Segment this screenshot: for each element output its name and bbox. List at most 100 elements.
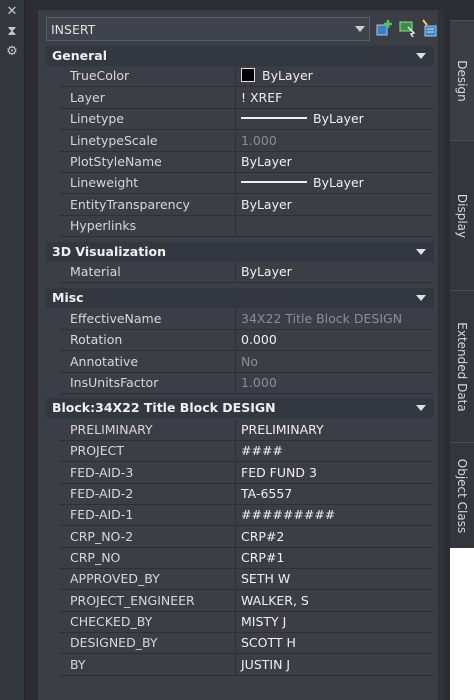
attribute-value[interactable]: TA-6557 (237, 484, 434, 504)
attribute-tag: PRELIMINARY (60, 420, 236, 440)
property-name: Layer (60, 88, 236, 108)
property-row-entitytransparency[interactable]: EntityTransparency ByLayer (60, 195, 434, 216)
property-value[interactable]: ! XREF (237, 88, 434, 108)
attribute-row[interactable]: PRELIMINARY PRELIMINARY (60, 420, 434, 441)
chevron-down-icon (416, 405, 426, 411)
properties-palette: ✕ ⧗ ⚙ INSERT General TrueColor ByLayer L… (0, 0, 474, 700)
property-name: Lineweight (60, 173, 236, 193)
section-3d-visualization-title: 3D Visualization (52, 244, 166, 259)
tab-extended-data-label: Extended Data (455, 321, 469, 412)
property-value[interactable]: ByLayer (237, 195, 434, 215)
chevron-down-icon (416, 53, 426, 59)
attribute-row[interactable]: APPROVED_BY SETH W (60, 569, 434, 590)
attribute-value[interactable]: ######### (237, 505, 434, 525)
attribute-row[interactable]: PROJECT_ENGINEER WALKER, S (60, 591, 434, 612)
attribute-tag: FED-AID-3 (60, 463, 236, 483)
attribute-row[interactable]: CRP_NO CRP#1 (60, 548, 434, 569)
tab-display[interactable]: Display (450, 140, 474, 290)
property-row-insunitsfactor[interactable]: InsUnitsFactor 1.000 (60, 373, 434, 394)
chevron-down-icon (355, 26, 365, 32)
property-value[interactable]: 0.000 (237, 330, 434, 350)
property-row-material[interactable]: Material ByLayer (60, 262, 434, 283)
settings-icon[interactable]: ⚙ (4, 44, 20, 60)
attribute-row[interactable]: PROJECT #### (60, 441, 434, 462)
tab-object-class[interactable]: Object Class (450, 442, 474, 548)
section-misc[interactable]: Misc (46, 288, 434, 308)
attribute-value[interactable]: FED FUND 3 (237, 463, 434, 483)
attribute-row[interactable]: CRP_NO-2 CRP#2 (60, 527, 434, 548)
attribute-row[interactable]: FED-AID-1 ######### (60, 505, 434, 526)
property-name: Rotation (60, 330, 236, 350)
palette-title-bar: ✕ ⧗ ⚙ (0, 0, 25, 700)
tab-display-label: Display (455, 193, 469, 238)
property-row-layer[interactable]: Layer ! XREF (60, 88, 434, 109)
drawing-area-edge (450, 548, 474, 700)
attribute-value[interactable]: JUSTIN J (237, 655, 434, 675)
attribute-row[interactable]: FED-AID-2 TA-6557 (60, 484, 434, 505)
auto-hide-icon[interactable]: ⧗ (4, 24, 20, 40)
property-name: Linetype (60, 109, 236, 129)
section-block-attributes[interactable]: Block:34X22 Title Block DESIGN (46, 398, 434, 418)
attribute-value[interactable]: CRP#1 (237, 548, 434, 568)
attribute-tag: PROJECT_ENGINEER (60, 591, 236, 611)
attribute-value[interactable]: MISTY J (237, 612, 434, 632)
property-value[interactable]: ByLayer (237, 262, 434, 282)
gutter (46, 309, 60, 394)
attribute-row[interactable]: CHECKED_BY MISTY J (60, 612, 434, 633)
section-general[interactable]: General (46, 46, 434, 66)
attribute-value[interactable]: CRP#2 (237, 527, 434, 547)
property-row-rotation[interactable]: Rotation 0.000 (60, 330, 434, 351)
attribute-row[interactable]: BY JUSTIN J (60, 655, 434, 676)
property-value[interactable]: ByLayer (237, 173, 434, 193)
attribute-value[interactable]: SETH W (237, 569, 434, 589)
attribute-row[interactable]: FED-AID-3 FED FUND 3 (60, 463, 434, 484)
tab-design-label: Design (455, 59, 469, 102)
property-row-lineweight[interactable]: Lineweight ByLayer (60, 173, 434, 194)
attribute-value[interactable]: #### (237, 441, 434, 461)
tab-object-class-label: Object Class (455, 458, 469, 533)
attribute-tag: CRP_NO-2 (60, 527, 236, 547)
lineweight-preview (241, 181, 307, 183)
linetype-preview (241, 117, 307, 119)
tab-design[interactable]: Design (450, 20, 474, 140)
section-block-title: Block:34X22 Title Block DESIGN (52, 400, 276, 415)
attribute-value[interactable]: WALKER, S (237, 591, 434, 611)
property-value[interactable]: 34X22 Title Block DESIGN (237, 309, 434, 329)
property-row-linetype[interactable]: Linetype ByLayer (60, 109, 434, 130)
attribute-row[interactable]: DESIGNED_BY SCOTT H (60, 633, 434, 654)
close-icon[interactable]: ✕ (4, 4, 20, 20)
property-name: EntityTransparency (60, 195, 236, 215)
object-type-value: INSERT (51, 22, 96, 37)
quick-select-icon[interactable] (419, 17, 439, 39)
tab-extended-data[interactable]: Extended Data (450, 290, 474, 442)
property-value[interactable]: No (237, 352, 434, 372)
property-value[interactable]: 1.000 (237, 373, 434, 393)
property-name: LinetypeScale (60, 131, 236, 151)
property-value[interactable] (237, 216, 434, 236)
attribute-tag: BY (60, 655, 236, 675)
property-row-truecolor[interactable]: TrueColor ByLayer (60, 66, 434, 87)
gutter (46, 262, 60, 283)
panel-scroll-track[interactable] (438, 10, 444, 700)
property-row-linetypescale[interactable]: LinetypeScale 1.000 (60, 131, 434, 152)
gutter (46, 66, 60, 236)
property-row-hyperlinks[interactable]: Hyperlinks (60, 216, 434, 237)
property-row-plotstylename[interactable]: PlotStyleName ByLayer (60, 152, 434, 173)
property-name: Annotative (60, 352, 236, 372)
property-row-annotative[interactable]: Annotative No (60, 352, 434, 373)
select-objects-icon[interactable] (397, 17, 417, 39)
property-value[interactable]: ByLayer (237, 109, 434, 129)
property-value[interactable]: 1.000 (237, 131, 434, 151)
property-name: InsUnitsFactor (60, 373, 236, 393)
object-type-dropdown[interactable]: INSERT (46, 17, 370, 41)
toggle-pickadd-icon[interactable] (375, 17, 395, 39)
section-3d-visualization[interactable]: 3D Visualization (46, 242, 434, 262)
attribute-tag: FED-AID-1 (60, 505, 236, 525)
attribute-tag: CRP_NO (60, 548, 236, 568)
property-value[interactable]: ByLayer (237, 152, 434, 172)
property-name: Material (60, 262, 236, 282)
property-row-effectivename[interactable]: EffectiveName 34X22 Title Block DESIGN (60, 309, 434, 330)
attribute-value[interactable]: SCOTT H (237, 633, 434, 653)
property-value[interactable]: ByLayer (237, 66, 434, 86)
attribute-value[interactable]: PRELIMINARY (237, 420, 434, 440)
